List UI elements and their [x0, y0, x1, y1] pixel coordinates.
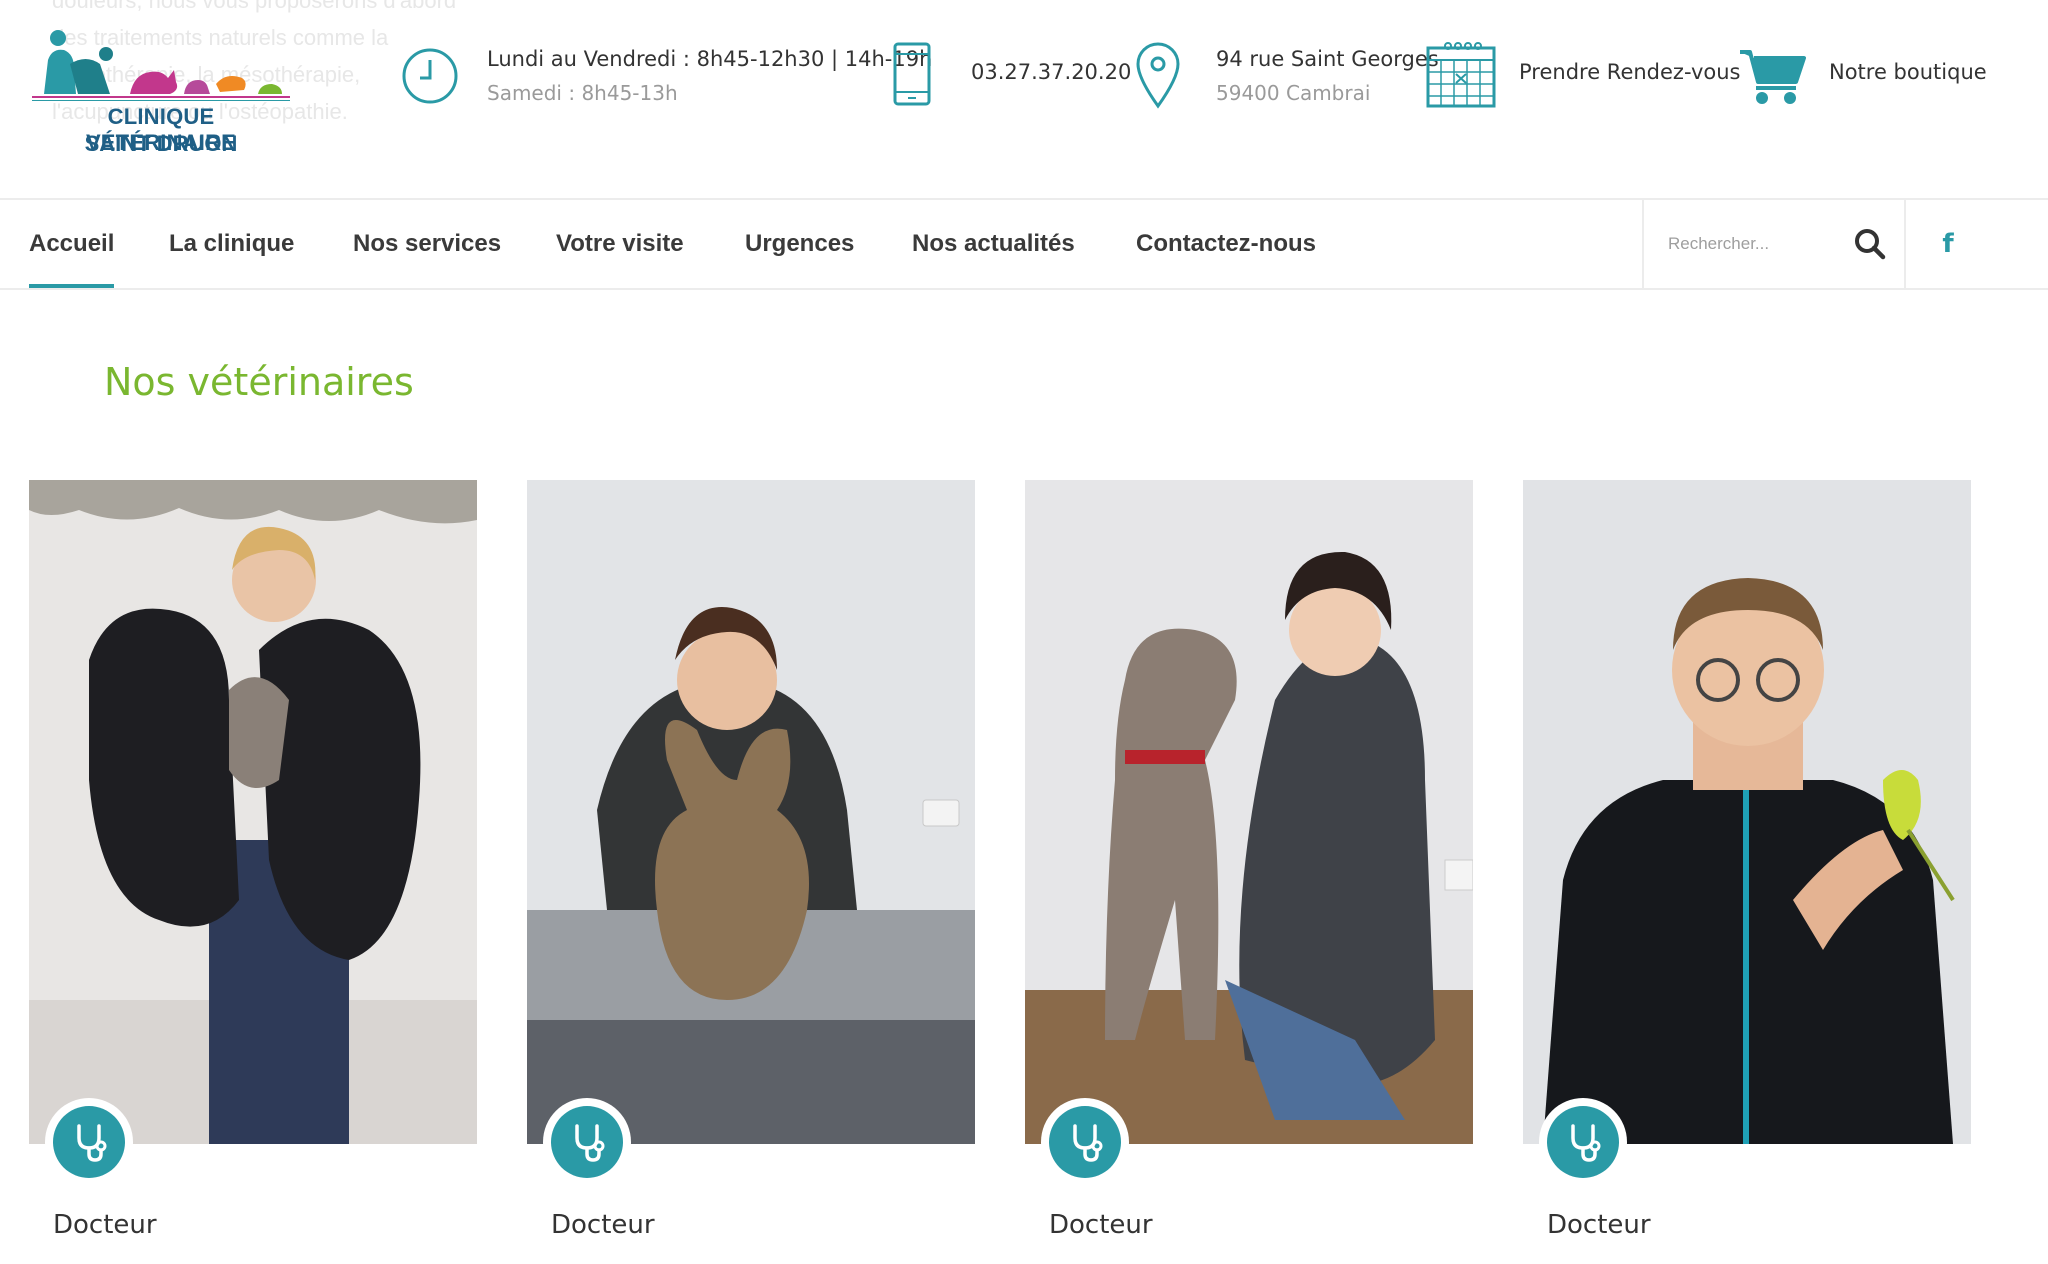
shop-link[interactable]: Notre boutique [1738, 0, 2038, 150]
vet-card[interactable]: Docteur [29, 480, 477, 1264]
vet-badge [1041, 1098, 1129, 1186]
vet-card[interactable]: Docteur [1523, 480, 1971, 1264]
search-icon[interactable] [1852, 226, 1888, 262]
nav-item-votre-visite[interactable]: Votre visite [556, 200, 684, 288]
logo-subtitle: SAINT DRUON [84, 131, 238, 156]
vet-with-puppies-image [29, 480, 477, 1144]
vet-with-budgie-image [1523, 480, 1971, 1144]
vet-with-rabbit-image [527, 480, 975, 1144]
vet-role: Docteur [1547, 1210, 1651, 1240]
vet-badge [1539, 1098, 1627, 1186]
hours-weekdays: Lundi au Vendredi : 8h45-12h30 | 14h-19h [487, 47, 933, 71]
mobile-phone-icon [893, 42, 931, 106]
vet-card[interactable]: Docteur [1025, 480, 1473, 1264]
nav-item-contactez-nous[interactable]: Contactez-nous [1136, 200, 1316, 288]
vet-photo[interactable] [1025, 480, 1473, 1144]
section-title: Nos vétérinaires [104, 360, 414, 404]
stethoscope-icon [77, 1124, 107, 1162]
vet-card[interactable]: Docteur [527, 480, 975, 1264]
stethoscope-icon [1571, 1124, 1601, 1162]
shop-label[interactable]: Notre boutique [1829, 60, 1987, 84]
vet-badge [543, 1098, 631, 1186]
cart-icon [1740, 50, 1806, 104]
facebook-icon[interactable]: f [1936, 226, 1960, 262]
stethoscope-icon [1073, 1124, 1103, 1162]
vet-photo[interactable] [527, 480, 975, 1144]
vet-photo[interactable] [1523, 480, 1971, 1144]
nav-item-nos-actualites[interactable]: Nos actualités [912, 200, 1075, 288]
nav-item-la-clinique[interactable]: La clinique [169, 200, 294, 288]
address-city: 59400 Cambrai [1216, 81, 1371, 105]
phone-info[interactable]: 03.27.37.20.20 [892, 0, 1131, 150]
main-navigation: Accueil La clinique Nos services Votre v… [0, 198, 2048, 290]
stethoscope-icon [575, 1124, 605, 1162]
clock-icon [402, 48, 458, 104]
phone-number[interactable]: 03.27.37.20.20 [971, 60, 1131, 84]
nav-item-urgences[interactable]: Urgences [745, 200, 854, 288]
address-street: 94 rue Saint Georges [1216, 47, 1439, 71]
vet-role: Docteur [1049, 1210, 1153, 1240]
vet-role: Docteur [551, 1210, 655, 1240]
animals-logo-icon [32, 30, 290, 101]
nav-item-accueil[interactable]: Accueil [29, 200, 115, 288]
nav-item-nos-services[interactable]: Nos services [353, 200, 501, 288]
map-pin-icon [1136, 42, 1180, 109]
address-info: 94 rue Saint Georges 59400 Cambrai [1134, 0, 1439, 150]
vet-with-dog-image [1025, 480, 1473, 1144]
opening-hours: Lundi au Vendredi : 8h45-12h30 | 14h-19h… [398, 0, 932, 150]
clinic-logo[interactable]: CLINIQUE VÉTÉRINAIRE SAINT DRUON [30, 24, 292, 164]
site-header: CLINIQUE VÉTÉRINAIRE SAINT DRUON Lundi a… [0, 0, 2048, 198]
appointment-link[interactable]: Prendre Rendez-vous [1426, 0, 1740, 150]
appointment-label[interactable]: Prendre Rendez-vous [1519, 60, 1740, 84]
vet-photo[interactable] [29, 480, 477, 1144]
vet-badge [45, 1098, 133, 1186]
vet-role: Docteur [53, 1210, 157, 1240]
hours-saturday: Samedi : 8h45-13h [487, 81, 678, 105]
search-input[interactable] [1668, 224, 1848, 264]
calendar-icon [1426, 42, 1496, 108]
